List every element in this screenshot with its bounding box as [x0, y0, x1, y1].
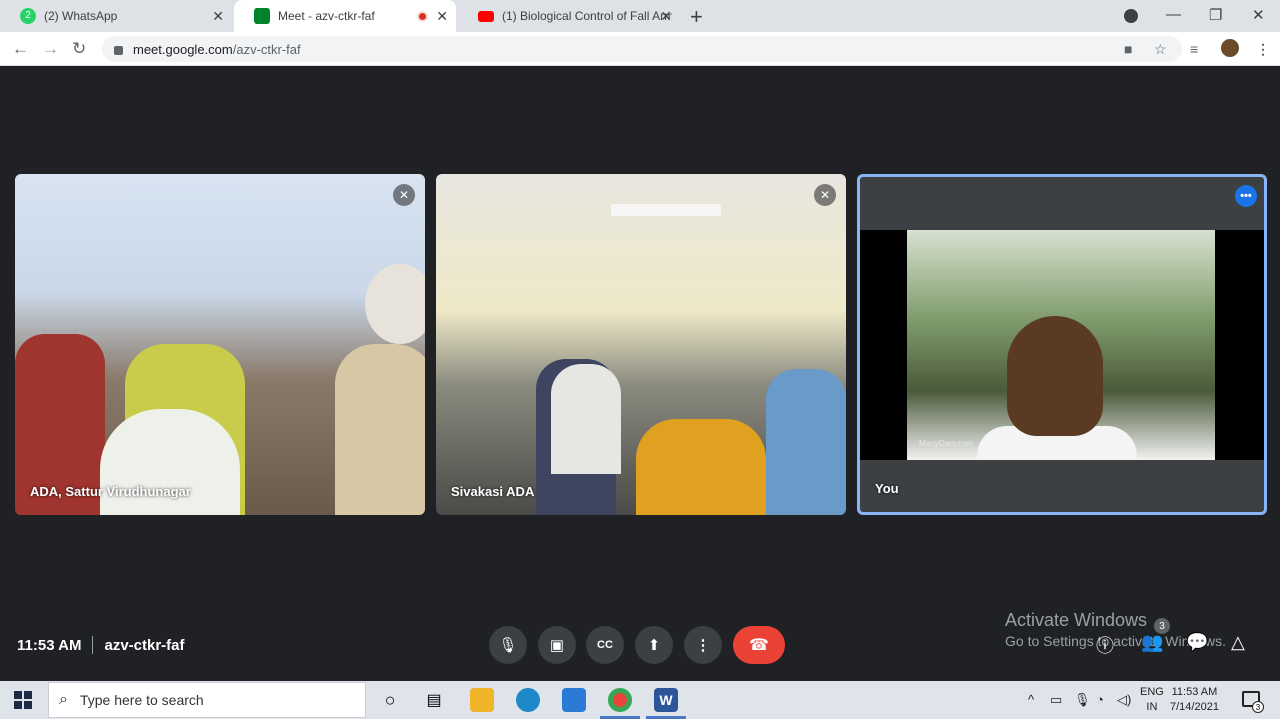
meeting-info: 11:53 AM azv-ctkr-faf [17, 636, 185, 654]
system-clock[interactable]: 11:53 AM 7/14/2021 [1170, 685, 1219, 715]
leave-call-button[interactable]: ☎ [733, 626, 785, 664]
clock-date: 7/14/2021 [1170, 701, 1219, 713]
self-tile[interactable]: ••• ManyCam.com You [857, 174, 1267, 515]
participant-tile[interactable]: ✕ ADA, Sattur Virudhunagar [15, 174, 425, 515]
close-icon[interactable]: ✕ [660, 8, 672, 25]
youtube-icon [478, 10, 494, 22]
participant-name: Sivakasi ADA [451, 484, 535, 499]
chrome-icon[interactable] [608, 688, 632, 712]
mic-off-icon: ✕ [393, 184, 415, 206]
profile-avatar[interactable] [1221, 39, 1239, 57]
person-figure [636, 419, 766, 515]
search-icon: ⌕ [59, 691, 68, 708]
tab-whatsapp[interactable]: 2 (2) WhatsApp ✕ [0, 0, 232, 32]
phone-hangup-icon: ☎ [749, 637, 769, 654]
reading-list-icon[interactable]: ≡ [1190, 41, 1198, 57]
captions-icon: CC [597, 639, 613, 651]
more-options-icon[interactable]: ••• [1235, 185, 1257, 207]
ceiling-light [611, 204, 721, 216]
url-host: meet.google.com [133, 41, 233, 57]
recording-icon [417, 10, 428, 22]
tab-title: (1) Biological Control of Fall Army [502, 9, 672, 23]
chat-icon[interactable]: 💬 [1186, 632, 1208, 653]
tab-youtube[interactable]: (1) Biological Control of Fall Army ✕ [458, 0, 680, 32]
new-tab-button[interactable]: + [690, 4, 703, 30]
meeting-details-icon[interactable]: ⓘ [1096, 632, 1114, 658]
lang-region: IN [1146, 701, 1158, 713]
reload-button[interactable]: ↻ [72, 39, 86, 59]
clock-time: 11:53 AM [1171, 686, 1218, 698]
activate-title: Activate Windows [1005, 610, 1148, 630]
windows-start-icon[interactable] [14, 691, 32, 709]
camera-icon: ▣ [549, 637, 565, 654]
file-explorer-icon[interactable] [470, 688, 494, 712]
windows-taskbar: ⌕ Type here to search ○ ▤ W ^ ▭ 🎙 ◔ ◁) E… [0, 681, 1280, 719]
person-figure [766, 369, 846, 515]
taskbar-search-input[interactable]: ⌕ Type here to search [48, 682, 366, 718]
wifi-icon[interactable]: ◔ [1096, 692, 1104, 707]
word-icon[interactable]: W [654, 688, 678, 712]
close-icon[interactable]: ✕ [212, 8, 224, 25]
participant-count-badge: 3 [1154, 618, 1170, 634]
self-video: ManyCam.com [860, 230, 1264, 460]
participant-name: ADA, Sattur Virudhunagar [30, 484, 191, 499]
cortana-icon[interactable]: ○ [378, 688, 402, 712]
edge-icon[interactable] [516, 688, 540, 712]
person-figure [335, 344, 425, 515]
present-screen-icon: ⬆ [647, 637, 661, 654]
close-window-button[interactable]: ✕ [1252, 6, 1265, 24]
tab-search-icon[interactable] [1124, 9, 1138, 23]
people-icon[interactable]: 👥 [1141, 632, 1163, 653]
more-vert-icon: ⋮ [695, 637, 711, 654]
divider [92, 636, 94, 654]
person-figure [1007, 316, 1103, 436]
microphone-button[interactable]: 🎙 [489, 626, 527, 664]
activities-icon[interactable]: △ [1231, 632, 1245, 653]
camera-button[interactable]: ▣ [538, 626, 576, 664]
tab-title: Meet - azv-ctkr-faf [278, 9, 375, 23]
url-field[interactable]: meet.google.com/azv-ctkr-faf [102, 36, 1182, 62]
tab-meet[interactable]: Meet - azv-ctkr-faf ✕ [234, 0, 456, 32]
mail-icon[interactable] [562, 688, 586, 712]
camera-permission-icon[interactable]: ■ [1124, 41, 1132, 57]
whatsapp-icon: 2 [20, 8, 36, 24]
chevron-up-icon[interactable]: ^ [1028, 692, 1034, 707]
person-figure [365, 264, 425, 344]
mic-off-icon: ✕ [814, 184, 836, 206]
present-button[interactable]: ⬆ [635, 626, 673, 664]
person-figure [551, 364, 621, 474]
participant-name: You [875, 481, 899, 496]
lock-icon [114, 45, 123, 55]
more-options-button[interactable]: ⋮ [684, 626, 722, 664]
notification-count: 3 [1252, 701, 1264, 713]
task-view-icon[interactable]: ▤ [422, 688, 446, 712]
browser-tab-bar: 2 (2) WhatsApp ✕ Meet - azv-ctkr-faf ✕ (… [0, 0, 1280, 32]
video-watermark: ManyCam.com [919, 439, 973, 448]
captions-button[interactable]: CC [586, 626, 624, 664]
battery-icon[interactable]: ▭ [1050, 692, 1062, 708]
bookmark-star-icon[interactable]: ☆ [1154, 41, 1167, 58]
forward-button[interactable]: → [42, 39, 59, 59]
volume-icon[interactable]: ◁) [1117, 692, 1131, 708]
back-button[interactable]: ← [12, 39, 29, 59]
address-bar: ← → ↻ meet.google.com/azv-ctkr-faf ■ ☆ ≡… [0, 32, 1280, 66]
chair [100, 409, 240, 515]
meeting-code: azv-ctkr-faf [104, 636, 185, 654]
meeting-time: 11:53 AM [17, 636, 82, 654]
lang-code: ENG [1140, 686, 1164, 698]
meet-icon [254, 8, 270, 24]
participant-tile[interactable]: ✕ Sivakasi ADA [436, 174, 846, 515]
maximize-button[interactable]: ❐ [1209, 6, 1222, 24]
microphone-icon: 🎙 [498, 637, 518, 654]
camera-feed: ManyCam.com [907, 230, 1215, 460]
search-placeholder: Type here to search [79, 692, 204, 708]
minimize-button[interactable]: — [1166, 6, 1181, 23]
menu-icon[interactable]: ⋮ [1256, 41, 1270, 58]
close-icon[interactable]: ✕ [436, 8, 448, 25]
tab-title: (2) WhatsApp [44, 9, 118, 23]
url-path: /azv-ctkr-faf [232, 41, 301, 57]
language-indicator[interactable]: ENG IN [1140, 685, 1164, 715]
microphone-tray-icon[interactable]: 🎙 [1074, 692, 1091, 708]
